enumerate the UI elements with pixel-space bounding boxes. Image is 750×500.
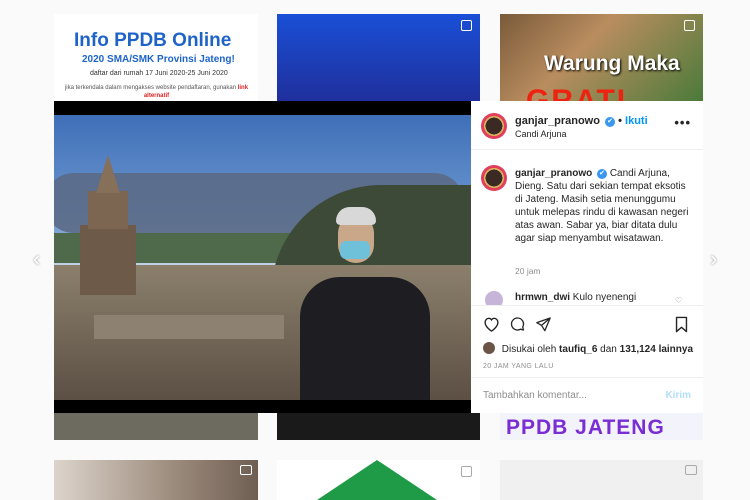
caption-text: Candi Arjuna, Dieng. Satu dari sekian te…	[515, 168, 689, 244]
comment-username[interactable]: hrmwn_dwi	[515, 292, 570, 303]
bookmark-icon[interactable]	[674, 316, 689, 337]
likes-count[interactable]: 131,124 lainnya	[620, 344, 693, 355]
likes-prefix: Disukai oleh	[501, 344, 557, 355]
heart-icon[interactable]	[483, 316, 500, 336]
caption-avatar[interactable]	[481, 165, 507, 191]
temple-middle	[88, 191, 128, 229]
person-figure	[300, 201, 430, 400]
likes-user[interactable]: taufiq_6	[559, 344, 597, 355]
person-mask	[340, 241, 370, 259]
post-header: ganjar_pranowo ✔ • Ikuti Candi Arjuna ••…	[471, 101, 703, 150]
post-username[interactable]: ganjar_pranowo	[515, 115, 600, 127]
post-location[interactable]: Candi Arjuna	[515, 129, 567, 139]
comment-like-icon[interactable]: ♡	[675, 296, 682, 305]
temple-top	[96, 155, 120, 193]
more-options-icon[interactable]: •••	[674, 115, 691, 130]
comment-text: Kulo nyenengi	[572, 292, 637, 303]
comment-avatar[interactable]	[485, 291, 503, 305]
verified-badge-icon: ✔	[605, 117, 616, 127]
comment-icon[interactable]	[509, 316, 526, 336]
comment-input[interactable]	[483, 390, 643, 401]
liker-avatar[interactable]	[483, 342, 495, 354]
add-comment-bar: Kirim	[471, 377, 703, 415]
post-side-panel: ganjar_pranowo ✔ • Ikuti Candi Arjuna ••…	[471, 101, 703, 413]
send-comment-button[interactable]: Kirim	[665, 390, 691, 401]
comment-item: hrmwn_dwi Kulo nyenengi ♡	[481, 291, 701, 305]
chevron-right-icon[interactable]: ›	[710, 248, 717, 270]
temple-base	[80, 225, 136, 295]
person-jacket	[300, 277, 430, 400]
separator-dot: •	[618, 115, 622, 127]
comment-text-row: hrmwn_dwi Kulo nyenengi	[515, 292, 636, 303]
avatar[interactable]	[481, 113, 507, 139]
follow-button[interactable]: Ikuti	[625, 115, 648, 127]
likes-middle: dan	[600, 344, 617, 355]
chevron-left-icon[interactable]: ‹	[33, 248, 40, 270]
person-hair	[336, 207, 376, 225]
verified-badge-icon: ✔	[597, 169, 608, 179]
share-icon[interactable]	[535, 316, 552, 336]
post-username-row: ganjar_pranowo ✔ • Ikuti	[515, 115, 648, 127]
caption-block: ganjar_pranowo ✔ Candi Arjuna, Dieng. Sa…	[471, 157, 703, 305]
ruins-figure	[94, 315, 284, 339]
post-actions: Disukai oleh taufiq_6 dan 131,124 lainny…	[471, 305, 703, 414]
likes-summary: Disukai oleh taufiq_6 dan 131,124 lainny…	[483, 342, 693, 355]
caption: ganjar_pranowo ✔ Candi Arjuna, Dieng. Sa…	[515, 167, 695, 245]
caption-username[interactable]: ganjar_pranowo	[515, 168, 592, 179]
post-photo[interactable]	[54, 115, 471, 400]
caption-time: 20 jam	[515, 266, 541, 276]
temple-figure	[76, 155, 140, 295]
post-modal: ganjar_pranowo ✔ • Ikuti Candi Arjuna ••…	[54, 101, 703, 413]
posted-time[interactable]: 20 JAM YANG LALU	[483, 363, 554, 370]
